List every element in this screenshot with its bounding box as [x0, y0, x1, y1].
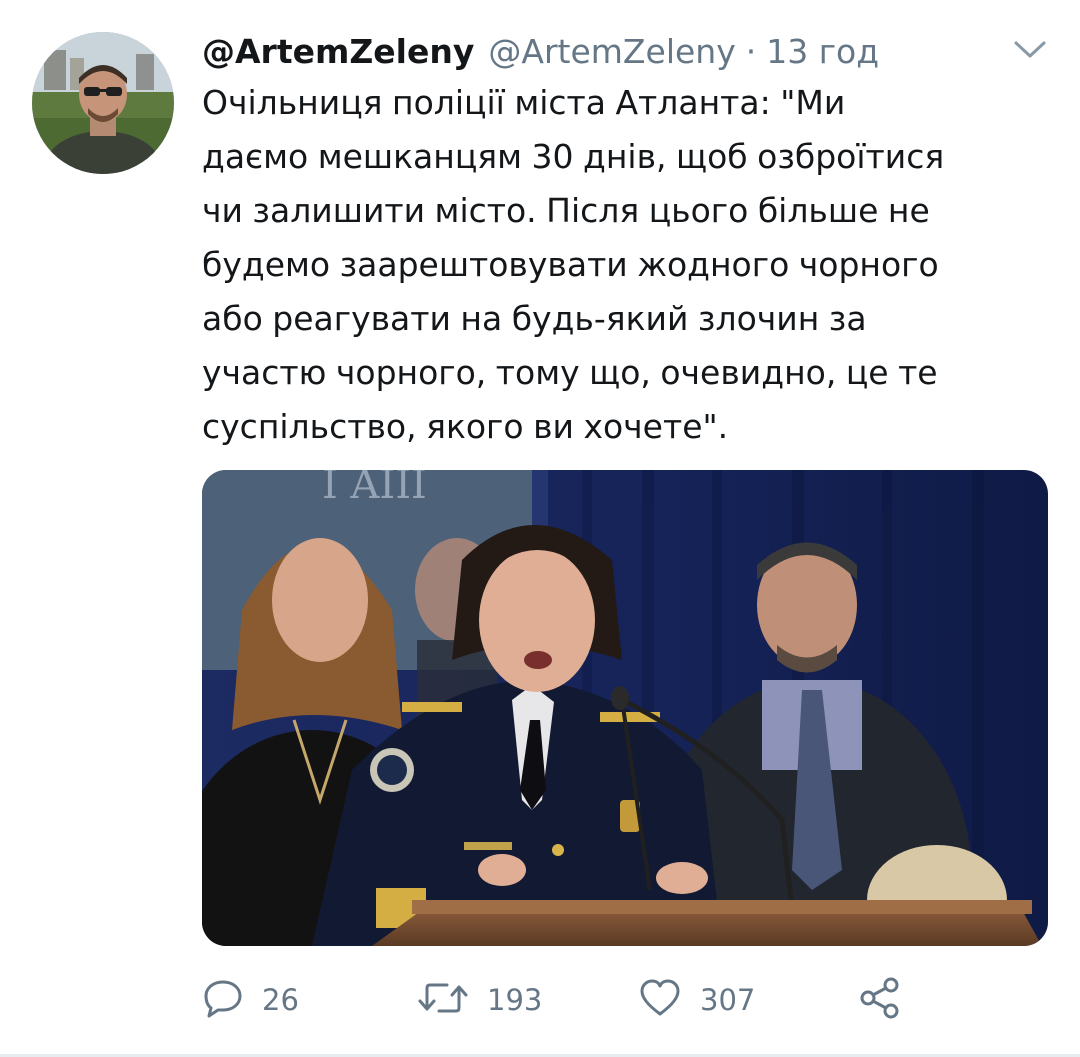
tweet-text-line: Очільниця поліції міста Атланта: "Ми — [202, 83, 846, 122]
tweet-text: Очільниця поліції міста Атланта: "Ми даєм… — [202, 76, 1062, 454]
chevron-down-icon[interactable] — [1010, 38, 1050, 62]
heart-icon — [638, 978, 682, 1022]
display-name[interactable]: @ArtemZeleny — [202, 32, 474, 71]
tweet-text-line: даємо мешканцям 30 днів, щоб озброїтися — [202, 137, 945, 176]
tweet-actions: 26 193 307 — [202, 972, 962, 1028]
tweet-timestamp[interactable]: 13 год — [766, 32, 879, 71]
retweet-count: 193 — [487, 983, 543, 1017]
svg-text:I AIII: I AIII — [322, 470, 427, 508]
tweet-text-line: будемо заарештовувати жодного чорного — [202, 245, 939, 284]
tweet-text-line: чи залишити місто. Після цього більше не — [202, 191, 930, 230]
avatar-photo — [32, 32, 174, 174]
tweet-text-line: суспільство, якого ви хочете". — [202, 407, 729, 446]
reply-icon — [202, 978, 244, 1022]
tweet-text-line: або реагувати на будь-який злочин за — [202, 299, 867, 338]
avatar[interactable] — [32, 32, 174, 174]
like-button[interactable]: 307 — [638, 972, 755, 1028]
tweet-text-line: участю чорного, тому що, очевидно, це те — [202, 353, 938, 392]
tweet-card: @ArtemZeleny @ArtemZeleny · 13 год Очіль… — [0, 0, 1080, 1057]
share-icon — [858, 976, 902, 1024]
user-handle[interactable]: @ArtemZeleny — [488, 32, 735, 71]
tweet-photo[interactable]: I AIII — [202, 470, 1048, 946]
reply-button[interactable]: 26 — [202, 972, 299, 1028]
retweet-icon — [417, 978, 469, 1022]
retweet-button[interactable]: 193 — [417, 972, 542, 1028]
like-count: 307 — [700, 983, 756, 1017]
share-button[interactable] — [858, 972, 902, 1028]
header-separator: · — [745, 31, 757, 71]
reply-count: 26 — [262, 983, 299, 1017]
tweet-header: @ArtemZeleny @ArtemZeleny · 13 год — [202, 26, 879, 76]
previous-tweet-edge — [0, 0, 1080, 6]
press-conference-photo: I AIII — [202, 470, 1048, 946]
